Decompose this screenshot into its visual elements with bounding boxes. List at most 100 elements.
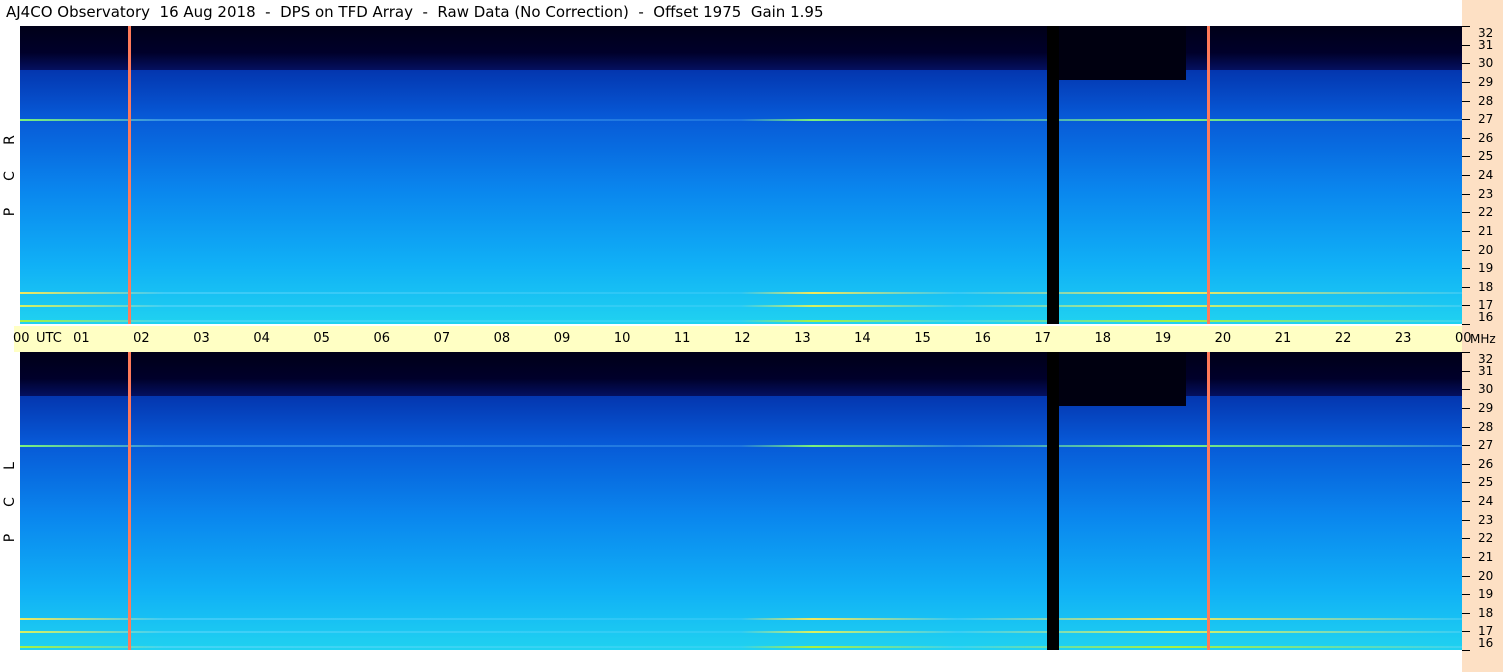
utc-tick-label: 02 <box>133 331 150 346</box>
frequency-tick-label: 16 <box>1478 636 1494 650</box>
utc-tick-label: 07 <box>433 331 451 346</box>
frequency-tick-label: 19 <box>1478 261 1494 276</box>
frequency-tick-mark <box>1462 193 1470 195</box>
frequency-tick-mark <box>1462 305 1470 307</box>
frequency-tick-mark <box>1462 175 1470 176</box>
utc-tick-label: 23 <box>1394 331 1412 346</box>
spectrogram-background <box>20 352 1462 650</box>
spectrogram-dark-region <box>1056 26 1186 80</box>
frequency-tick-label: 26 <box>1478 456 1494 471</box>
frequency-tick-mark <box>1462 286 1470 288</box>
frequency-tick-label: 20 <box>1478 568 1494 583</box>
utc-tick-label: 06 <box>373 331 391 346</box>
signal-band <box>20 305 1462 308</box>
utc-axis-label: UTC <box>36 331 62 346</box>
frequency-tick-mark <box>1462 119 1470 121</box>
frequency-tick-mark <box>1462 445 1470 447</box>
frequency-tick-mark <box>1462 268 1470 270</box>
frequency-tick-mark <box>1462 519 1470 521</box>
frequency-tick-label: 29 <box>1478 400 1494 415</box>
frequency-tick-mark <box>1462 575 1470 577</box>
utc-tick-label: 05 <box>313 331 330 346</box>
frequency-tick-label: 30 <box>1478 56 1494 71</box>
frequency-tick-label: 25 <box>1478 475 1494 490</box>
chart-title: AJ4CO Observatory 16 Aug 2018 - DPS on T… <box>6 3 824 21</box>
utc-tick-label: 15 <box>914 331 931 346</box>
frequency-tick-label: 24 <box>1478 168 1494 182</box>
vertical-interference-line <box>1206 26 1210 324</box>
frequency-tick-label: 31 <box>1478 363 1494 378</box>
frequency-tick-label: 28 <box>1478 93 1494 108</box>
title-bar: AJ4CO Observatory 16 Aug 2018 - DPS on T… <box>0 0 1462 26</box>
utc-tick-label: 20 <box>1214 331 1232 346</box>
frequency-tick-label: 18 <box>1478 279 1494 294</box>
utc-tick-label: 00 <box>13 331 30 346</box>
signal-band <box>20 320 1462 323</box>
utc-tick-label: 13 <box>794 331 811 346</box>
frequency-tick-label: 18 <box>1478 605 1494 620</box>
signal-band <box>20 646 1462 649</box>
frequency-tick-label: 19 <box>1478 587 1494 602</box>
frequency-tick-label: 23 <box>1478 512 1494 527</box>
utc-tick-label: 08 <box>493 331 511 346</box>
signal-band <box>20 292 1462 295</box>
utc-tick-label: 11 <box>673 331 691 346</box>
signal-band <box>20 631 1462 634</box>
frequency-tick-label: 20 <box>1478 242 1494 257</box>
utc-tick-label: 04 <box>253 331 270 346</box>
frequency-tick-mark <box>1462 389 1470 391</box>
frequency-tick-mark <box>1462 594 1470 596</box>
utc-tick-label: 21 <box>1274 331 1292 346</box>
utc-tick-label: 22 <box>1334 331 1352 346</box>
frequency-tick-mark <box>1462 81 1470 83</box>
frequency-tick-mark <box>1462 370 1470 372</box>
frequency-tick-label: 16 <box>1478 310 1494 324</box>
frequency-tick-mark <box>1462 324 1470 325</box>
utc-tick-label: 12 <box>734 331 751 346</box>
frequency-tick-label: 30 <box>1478 382 1494 397</box>
frequency-tick-label: 22 <box>1478 205 1494 220</box>
frequency-tick-mark <box>1462 482 1470 484</box>
frequency-tick-label: 22 <box>1478 531 1494 546</box>
utc-tick-label: 10 <box>613 331 631 346</box>
utc-tick-label: 09 <box>553 331 571 346</box>
frequency-tick-mark <box>1462 212 1470 214</box>
frequency-tick-label: 31 <box>1478 37 1494 52</box>
frequency-tick-mark <box>1462 631 1470 633</box>
rcp-waterfall <box>20 26 1462 324</box>
utc-tick-label: 14 <box>854 331 871 346</box>
spectrogram-dark-region <box>1056 352 1186 406</box>
data-dropout <box>1047 352 1060 650</box>
spectrogram-night-band <box>20 26 1462 70</box>
polarization-label-letter: P <box>2 207 18 217</box>
frequency-tick-label: 26 <box>1478 130 1494 145</box>
utc-tick-label: 17 <box>1034 331 1051 346</box>
frequency-tick-label: 21 <box>1478 549 1494 564</box>
frequency-tick-label: 29 <box>1478 74 1494 89</box>
frequency-tick-mark <box>1462 100 1470 102</box>
frequency-tick-label: 23 <box>1478 186 1494 201</box>
frequency-tick-mark <box>1462 26 1470 27</box>
utc-tick-label: 19 <box>1154 331 1172 346</box>
frequency-tick-mark <box>1462 230 1470 232</box>
mhz-axis-label: MHz <box>1470 332 1496 346</box>
lcp-spectrogram-panel <box>20 352 1462 650</box>
frequency-tick-mark <box>1462 137 1470 139</box>
polarization-label-letter: C <box>2 497 18 507</box>
frequency-tick-mark <box>1462 650 1470 651</box>
frequency-tick-label: 27 <box>1478 438 1494 453</box>
utc-tick-label: 16 <box>974 331 991 346</box>
frequency-tick-mark <box>1462 63 1470 65</box>
frequency-tick-mark <box>1462 538 1470 540</box>
frequency-tick-mark <box>1462 249 1470 251</box>
frequency-tick-mark <box>1462 407 1470 409</box>
utc-tick-label: 03 <box>193 331 210 346</box>
utc-tick-label: 01 <box>73 331 90 346</box>
polarization-label-letter: L <box>2 462 18 470</box>
frequency-tick-label: 24 <box>1478 494 1494 508</box>
vertical-interference-line <box>128 26 132 324</box>
spectrogram-night-band <box>20 352 1462 396</box>
frequency-tick-mark <box>1462 501 1470 502</box>
signal-band <box>20 119 1462 122</box>
frequency-tick-mark <box>1462 156 1470 158</box>
